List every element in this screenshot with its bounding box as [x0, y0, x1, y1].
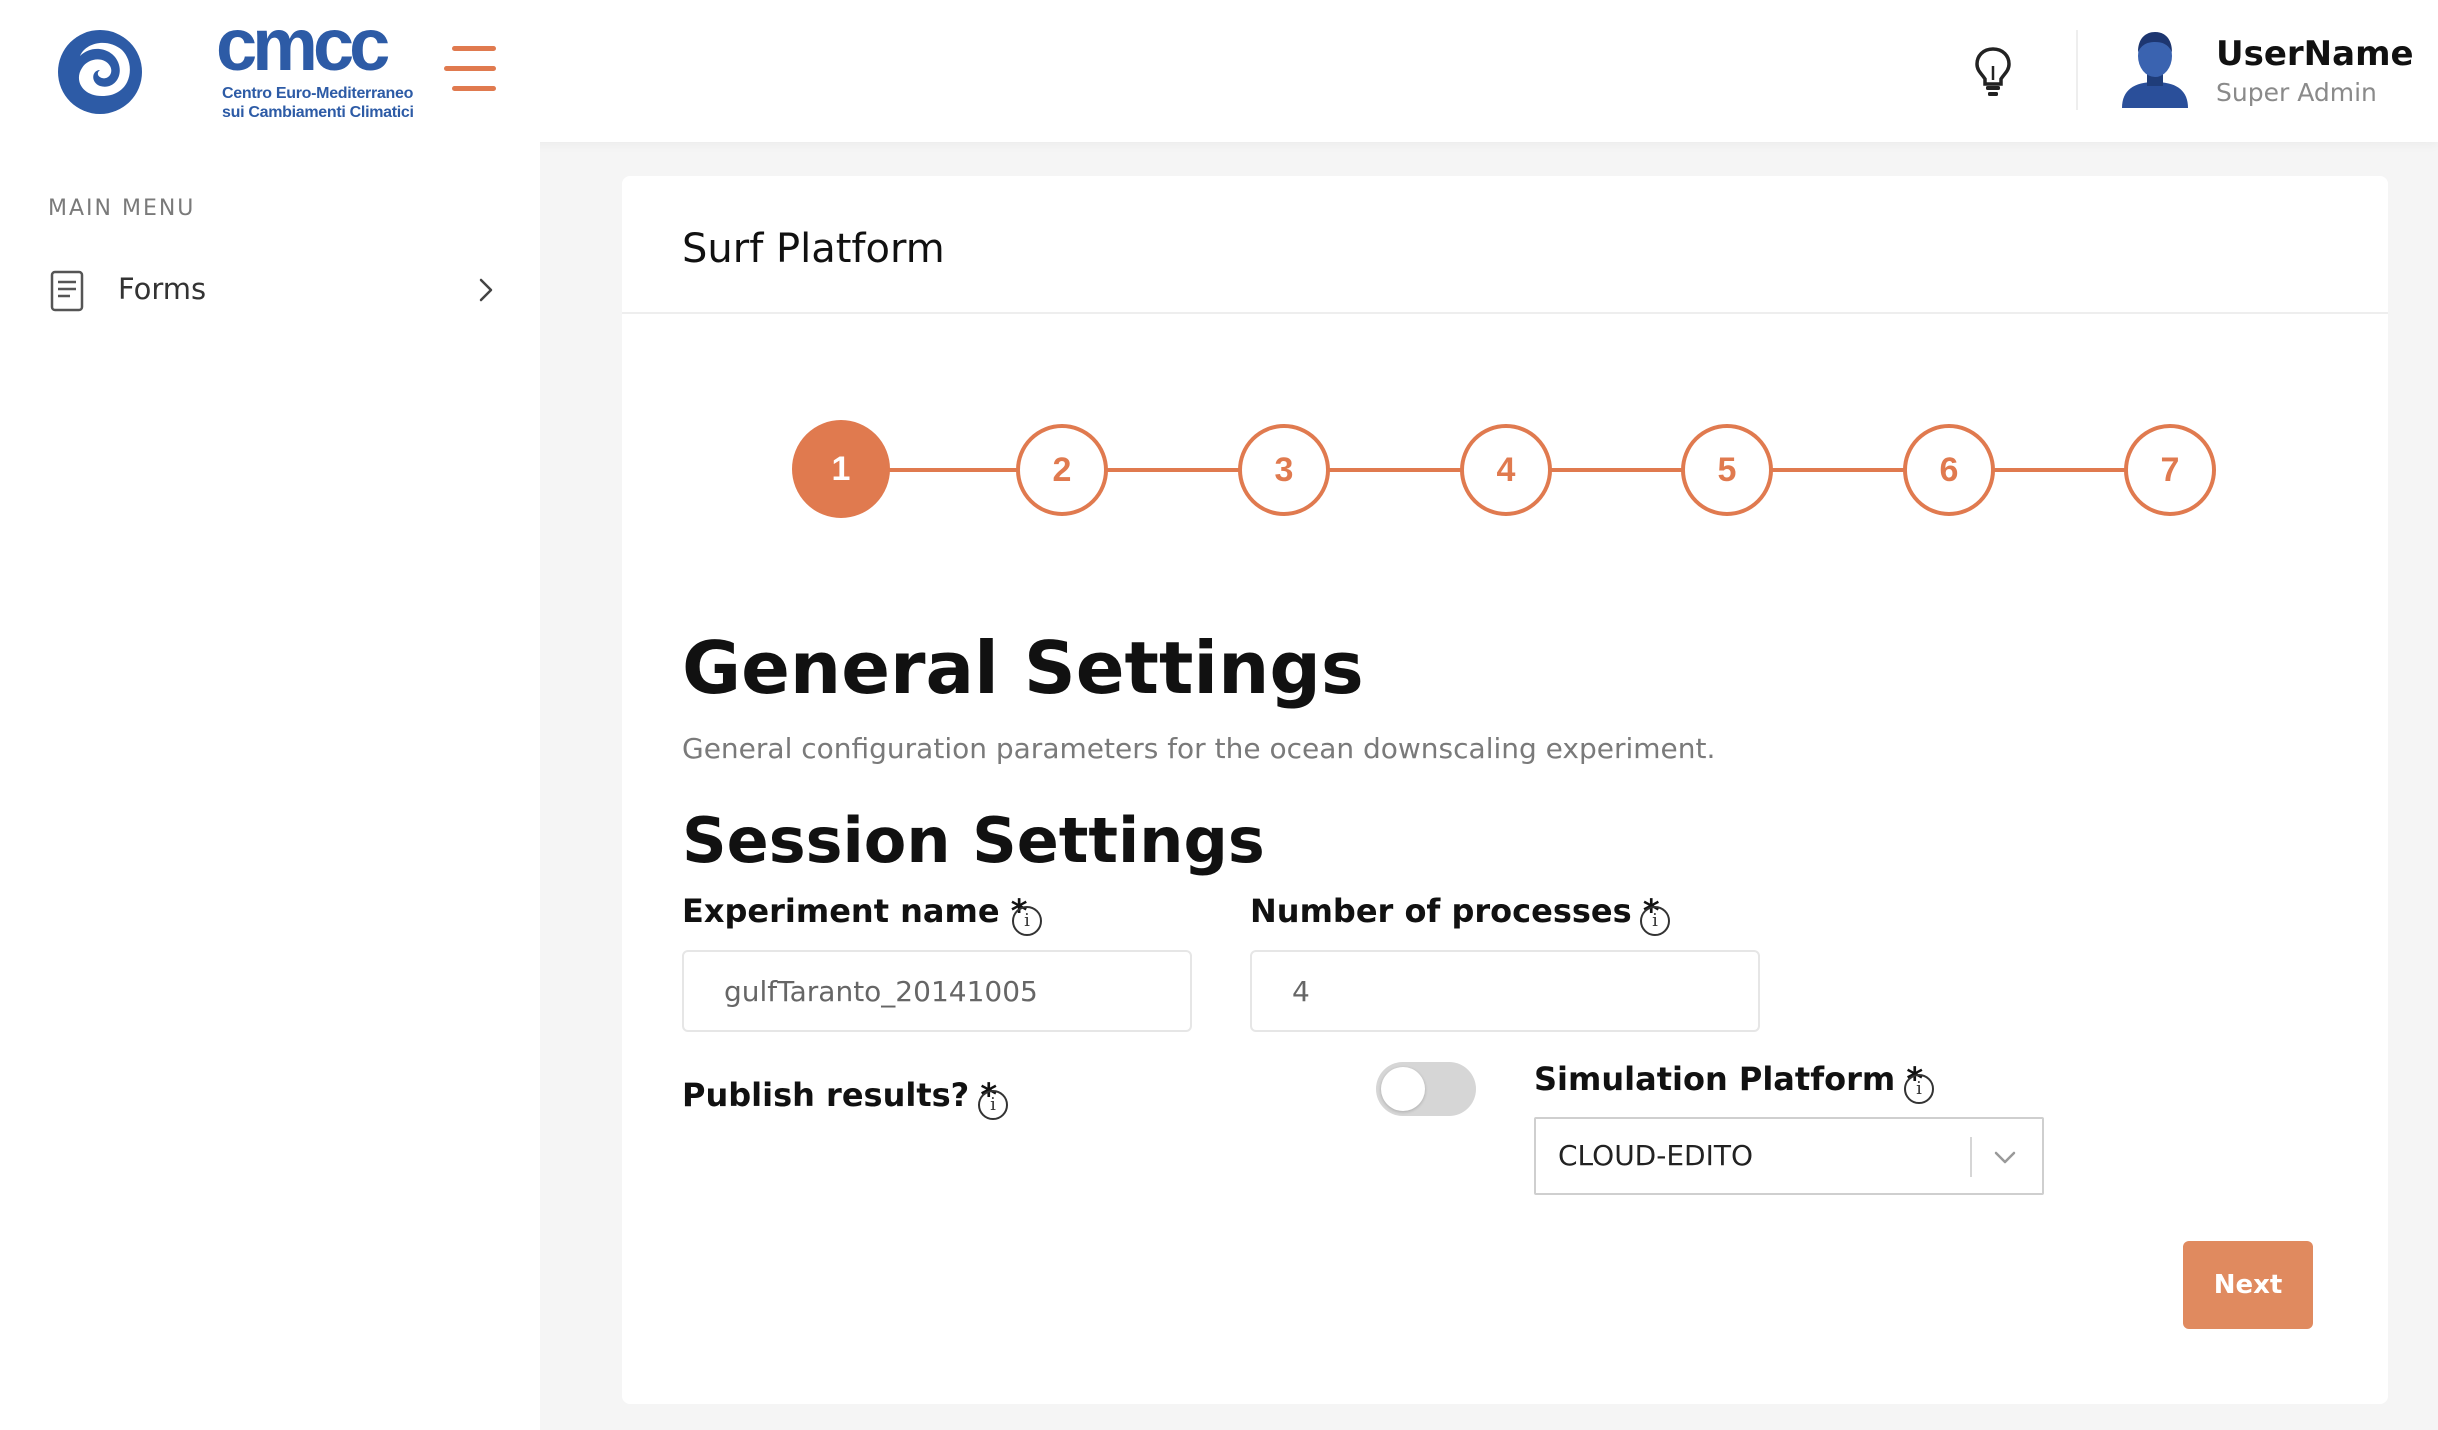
form-card: Surf Platform 1 2 3 4 5 6 7 General Sett…: [622, 176, 2388, 1404]
step-5[interactable]: 5: [1681, 424, 1773, 516]
card-title: Surf Platform: [682, 226, 945, 272]
chevron-right-icon: [479, 278, 493, 302]
top-header: cmcc Centro Euro-Mediterraneo sui Cambia…: [0, 0, 2438, 142]
info-icon[interactable]: i: [1640, 906, 1670, 936]
user-name[interactable]: UserName: [2216, 34, 2414, 74]
sidebar-item-forms[interactable]: Forms: [36, 260, 506, 320]
simulation-platform-value: CLOUD-EDITO: [1558, 1139, 1754, 1172]
toggle-knob: [1381, 1067, 1425, 1111]
info-icon[interactable]: i: [978, 1090, 1008, 1120]
select-separator: [1970, 1137, 1972, 1177]
num-processes-input[interactable]: [1250, 950, 1760, 1032]
info-icon[interactable]: i: [1012, 906, 1042, 936]
step-6[interactable]: 6: [1903, 424, 1995, 516]
step-7[interactable]: 7: [2124, 424, 2216, 516]
step-4[interactable]: 4: [1460, 424, 1552, 516]
sidebar-title: MAIN MENU: [48, 196, 196, 221]
user-avatar-icon[interactable]: [2118, 28, 2192, 108]
brand-subtitle: Centro Euro-Mediterraneo sui Cambiamenti…: [222, 84, 414, 122]
publish-results-toggle[interactable]: [1376, 1062, 1476, 1116]
user-role: Super Admin: [2216, 78, 2377, 107]
document-icon: [50, 270, 84, 312]
section-description: General configuration parameters for the…: [682, 732, 1716, 765]
brand-subtitle-line2: sui Cambiamenti Climatici: [222, 104, 414, 121]
section-title: General Settings: [682, 626, 1364, 710]
experiment-name-label: Experiment name *: [682, 892, 1028, 930]
card-divider: [622, 312, 2388, 314]
simulation-platform-label: Simulation Platform *: [1534, 1060, 1924, 1098]
stepper: 1 2 3 4 5 6 7: [792, 420, 2220, 520]
info-icon[interactable]: i: [1904, 1074, 1934, 1104]
next-button[interactable]: Next: [2183, 1241, 2313, 1329]
step-1[interactable]: 1: [792, 420, 890, 518]
step-2[interactable]: 2: [1016, 424, 1108, 516]
hamburger-icon[interactable]: [444, 46, 498, 92]
brand-subtitle-line1: Centro Euro-Mediterraneo: [222, 85, 414, 102]
brand-logo-text: cmcc: [216, 3, 390, 86]
subsection-title: Session Settings: [682, 804, 1265, 877]
experiment-name-input[interactable]: [682, 950, 1192, 1032]
num-processes-label: Number of processes *: [1250, 892, 1660, 930]
chevron-down-icon[interactable]: [1992, 1145, 2018, 1171]
simulation-platform-select[interactable]: CLOUD-EDITO: [1534, 1117, 2044, 1195]
sidebar: MAIN MENU Forms: [0, 142, 540, 1430]
header-divider: [2076, 30, 2078, 110]
lightbulb-icon[interactable]: [1973, 46, 2013, 98]
sidebar-item-label: Forms: [118, 272, 207, 306]
step-3[interactable]: 3: [1238, 424, 1330, 516]
publish-results-label: Publish results? *: [682, 1076, 998, 1114]
cmcc-logo-icon: [58, 30, 142, 114]
